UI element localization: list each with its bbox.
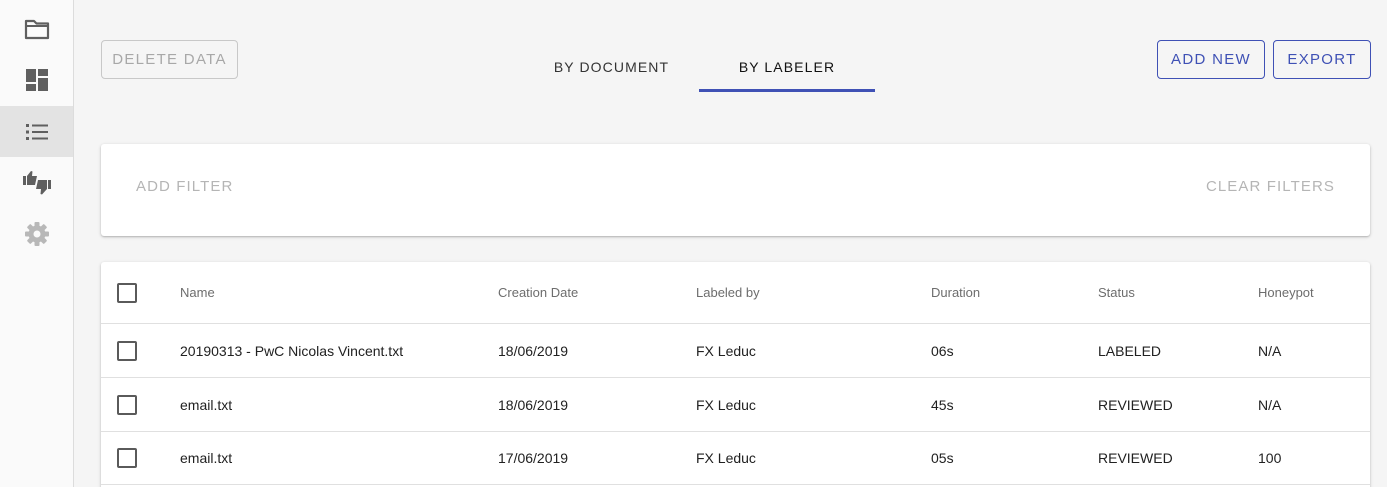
dashboard-icon <box>25 68 48 91</box>
add-filter-button[interactable]: ADD FILTER <box>136 178 233 195</box>
cell-labeled-by: FX Leduc <box>696 449 756 466</box>
column-header-duration[interactable]: Duration <box>931 262 980 323</box>
table-row[interactable]: email.txt 17/06/2019 FX Leduc 05s REVIEW… <box>101 431 1370 485</box>
table-header: Name Creation Date Labeled by Duration S… <box>101 262 1370 324</box>
cell-duration: 06s <box>931 342 954 359</box>
cell-name: 20190313 - PwC Nicolas Vincent.txt <box>180 342 404 359</box>
cell-honeypot: N/A <box>1258 342 1282 359</box>
add-new-button[interactable]: ADD NEW <box>1157 40 1265 79</box>
row-checkbox[interactable] <box>117 447 137 468</box>
cell-duration: 05s <box>931 449 954 466</box>
sidebar-item-settings[interactable] <box>0 208 73 259</box>
filter-panel: ADD FILTER CLEAR FILTERS <box>101 144 1370 236</box>
clear-filters-button[interactable]: CLEAR FILTERS <box>1206 178 1335 195</box>
tab-by-labeler[interactable]: BY LABELER <box>699 42 875 92</box>
cell-creation-date: 17/06/2019 <box>498 449 569 466</box>
cell-name: email.txt <box>180 396 233 413</box>
row-checkbox[interactable] <box>117 340 137 361</box>
table-row[interactable]: 20190313 - PwC Nicolas Vincent.txt 18/06… <box>101 324 1370 378</box>
cell-honeypot: N/A <box>1258 396 1282 413</box>
sidebar-item-dashboard[interactable] <box>0 54 73 105</box>
column-header-honeypot[interactable]: Honeypot <box>1258 262 1314 323</box>
sidebar-item-documents[interactable] <box>0 3 73 54</box>
cell-duration: 45s <box>931 396 954 413</box>
tab-by-document[interactable]: BY DOCUMENT <box>524 42 699 92</box>
cell-status: REVIEWED <box>1098 449 1173 466</box>
cell-name: email.txt <box>180 449 233 466</box>
table-row[interactable]: email.txt 18/06/2019 FX Leduc 45s REVIEW… <box>101 378 1370 432</box>
active-tab-indicator <box>699 89 875 92</box>
cell-creation-date: 18/06/2019 <box>498 396 569 413</box>
column-header-labeled-by[interactable]: Labeled by <box>696 262 760 323</box>
column-header-creation-date[interactable]: Creation Date <box>498 262 578 323</box>
cell-creation-date: 18/06/2019 <box>498 342 569 359</box>
delete-data-button[interactable]: DELETE DATA <box>101 40 238 79</box>
folder-icon <box>24 19 49 39</box>
sidebar-item-list[interactable] <box>0 106 73 157</box>
row-checkbox[interactable] <box>117 394 137 415</box>
sidebar-item-feedback[interactable] <box>0 157 73 208</box>
column-header-name[interactable]: Name <box>180 262 215 323</box>
thumbs-icon <box>22 170 51 194</box>
cell-status: REVIEWED <box>1098 396 1173 413</box>
cell-labeled-by: FX Leduc <box>696 342 756 359</box>
data-table: Name Creation Date Labeled by Duration S… <box>101 262 1370 487</box>
cell-labeled-by: FX Leduc <box>696 396 756 413</box>
settings-icon <box>24 221 49 246</box>
cell-status: LABELED <box>1098 342 1162 359</box>
cell-honeypot: 100 <box>1258 449 1282 466</box>
export-button[interactable]: EXPORT <box>1273 40 1371 79</box>
select-all-checkbox[interactable] <box>117 282 137 303</box>
sidebar <box>0 0 74 487</box>
list-icon <box>25 123 48 140</box>
column-header-status[interactable]: Status <box>1098 262 1135 323</box>
